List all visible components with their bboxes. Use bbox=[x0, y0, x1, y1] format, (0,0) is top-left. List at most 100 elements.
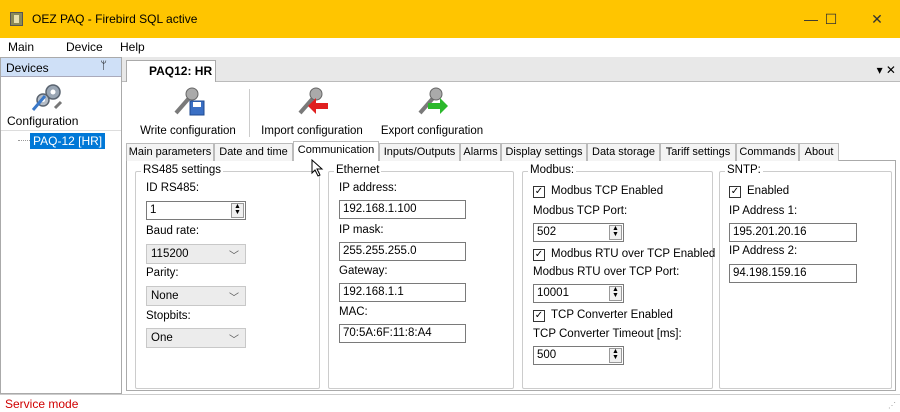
tab-inputs-outputs[interactable]: Inputs/Outputs bbox=[379, 143, 460, 161]
write-configuration-label: Write configuration bbox=[140, 125, 236, 137]
export-configuration-label: Export configuration bbox=[380, 125, 484, 137]
export-configuration-button[interactable]: Export configuration bbox=[376, 85, 488, 139]
tcp-converter-timeout-input[interactable]: 500 ▲ ▼ bbox=[533, 346, 624, 365]
id-rs485-spinner[interactable]: ▲ ▼ bbox=[231, 203, 244, 218]
ip-mask-input[interactable]: 255.255.255.0 bbox=[339, 242, 466, 261]
mac-label: MAC: bbox=[339, 306, 368, 318]
ethernet-title: Ethernet bbox=[334, 164, 382, 176]
tab-main-parameters[interactable]: Main parameters bbox=[126, 143, 214, 161]
baud-rate-select[interactable]: 115200 ﹀ bbox=[146, 244, 246, 264]
tcp-converter-timeout-label: TCP Converter Timeout [ms]: bbox=[533, 328, 682, 340]
import-icon bbox=[298, 87, 328, 115]
sntp-enabled-checkbox[interactable]: ✓ bbox=[729, 186, 741, 198]
baud-rate-value: 115200 bbox=[151, 248, 189, 260]
spin-down-icon: ▼ bbox=[612, 231, 619, 238]
document-tab[interactable]: PAQ12: HR bbox=[126, 60, 216, 82]
import-configuration-button[interactable]: Import configuration bbox=[254, 85, 370, 139]
pin-icon[interactable]: ᛘ bbox=[100, 60, 107, 72]
configuration-button[interactable]: Configuration bbox=[1, 79, 121, 131]
mac-value: 70:5A:6F:11:8:A4 bbox=[339, 324, 466, 343]
chevron-down-icon: ﹀ bbox=[229, 293, 239, 304]
communication-panel: RS485 settings ID RS485: 1 ▲ ▼ Baud rate:… bbox=[126, 161, 896, 391]
rs485-group: RS485 settings ID RS485: 1 ▲ ▼ Baud rate:… bbox=[135, 164, 320, 389]
parity-label: Parity: bbox=[146, 267, 179, 279]
id-rs485-label: ID RS485: bbox=[146, 182, 200, 194]
sntp-ip1-input[interactable]: 195.201.20.16 bbox=[729, 223, 857, 242]
menu-main[interactable]: Main bbox=[8, 40, 34, 54]
modbus-tcp-enabled-checkbox[interactable]: ✓ bbox=[533, 186, 545, 198]
stopbits-select[interactable]: One ﹀ bbox=[146, 328, 246, 348]
title-bar: OEZ PAQ - Firebird SQL active — ☐ ✕ bbox=[0, 0, 900, 38]
mouse-cursor-icon bbox=[311, 159, 324, 177]
sntp-ip1-label: IP Address 1: bbox=[729, 205, 798, 217]
rs485-title: RS485 settings bbox=[141, 164, 223, 176]
spin-down-icon: ▼ bbox=[234, 209, 241, 216]
tab-alarms[interactable]: Alarms bbox=[460, 143, 501, 161]
configuration-label: Configuration bbox=[7, 114, 79, 128]
configuration-icon bbox=[31, 84, 63, 111]
sntp-title: SNTP: bbox=[725, 164, 763, 176]
ip-address-input[interactable]: 192.168.1.100 bbox=[339, 200, 466, 219]
tab-data-storage[interactable]: Data storage bbox=[587, 143, 660, 161]
window-title: OEZ PAQ - Firebird SQL active bbox=[32, 12, 198, 26]
spin-down-icon: ▼ bbox=[612, 292, 619, 299]
devices-panel-title: Devices bbox=[6, 61, 49, 75]
modbus-group: Modbus: ✓ Modbus TCP Enabled Modbus TCP … bbox=[522, 164, 716, 389]
tab-date-and-time[interactable]: Date and time bbox=[214, 143, 293, 161]
document-controls[interactable]: ▾ ✕ bbox=[877, 63, 896, 77]
modbus-tcp-port-input[interactable]: 502 ▲ ▼ bbox=[533, 223, 624, 242]
modbus-rtu-enabled-checkbox[interactable]: ✓ bbox=[533, 249, 545, 261]
document-tab-strip: PAQ12: HR ▾ ✕ bbox=[122, 57, 900, 82]
devices-panel: Devices ᛘ Configuration PAQ-12 [HR] bbox=[0, 57, 122, 394]
id-rs485-input[interactable]: 1 ▲ ▼ bbox=[146, 201, 246, 220]
devices-panel-header: Devices ᛘ bbox=[1, 58, 121, 77]
tcp-converter-enabled-checkbox[interactable]: ✓ bbox=[533, 310, 545, 322]
spin-down-icon: ▼ bbox=[612, 354, 619, 361]
menu-bar: Main Device Help bbox=[0, 38, 900, 57]
export-icon bbox=[418, 87, 448, 115]
maximize-button[interactable]: ☐ bbox=[808, 0, 854, 38]
app-icon bbox=[10, 12, 23, 26]
toolbar-separator bbox=[249, 89, 250, 137]
close-button[interactable]: ✕ bbox=[854, 0, 900, 38]
sntp-ip2-input[interactable]: 94.198.159.16 bbox=[729, 264, 857, 283]
tab-about[interactable]: About bbox=[799, 143, 839, 161]
stopbits-label: Stopbits: bbox=[146, 310, 191, 322]
ip-address-label: IP address: bbox=[339, 182, 397, 194]
tree-item-device[interactable]: PAQ-12 [HR] bbox=[30, 133, 106, 149]
modbus-rtu-port-label: Modbus RTU over TCP Port: bbox=[533, 266, 680, 278]
ethernet-group: Ethernet IP address: 192.168.1.100 IP ma… bbox=[328, 164, 514, 389]
write-icon bbox=[174, 87, 205, 116]
settings-tabs: Main parameters Date and time Communicat… bbox=[126, 141, 896, 162]
tab-commands[interactable]: Commands bbox=[736, 143, 799, 161]
tree-line bbox=[18, 140, 30, 141]
sntp-enabled-label: Enabled bbox=[747, 185, 790, 197]
tab-tariff-settings[interactable]: Tariff settings bbox=[660, 143, 736, 161]
gateway-input[interactable]: 192.168.1.1 bbox=[339, 283, 466, 302]
modbus-rtu-port-input[interactable]: 10001 ▲ ▼ bbox=[533, 284, 624, 303]
toolbar: Write configuration Import configuration… bbox=[126, 85, 896, 140]
tab-communication[interactable]: Communication bbox=[293, 141, 379, 162]
menu-help[interactable]: Help bbox=[120, 40, 145, 54]
menu-device[interactable]: Device bbox=[66, 40, 103, 54]
tcp-converter-timeout-spinner[interactable]: ▲ ▼ bbox=[609, 348, 622, 363]
status-text: Service mode bbox=[5, 397, 79, 411]
parity-select[interactable]: None ﹀ bbox=[146, 286, 246, 306]
ip-mask-label: IP mask: bbox=[339, 224, 384, 236]
modbus-tcp-enabled-label: Modbus TCP Enabled bbox=[551, 185, 664, 197]
chevron-down-icon: ﹀ bbox=[229, 251, 239, 262]
tcp-converter-timeout-value: 500 bbox=[537, 349, 557, 361]
modbus-tcp-port-label: Modbus TCP Port: bbox=[533, 205, 628, 217]
document-area: PAQ12: HR ▾ ✕ Write configuration Import… bbox=[122, 57, 900, 394]
resize-grip-icon[interactable]: ⋰ bbox=[888, 401, 896, 410]
modbus-rtu-port-spinner[interactable]: ▲ ▼ bbox=[609, 286, 622, 301]
tab-display-settings[interactable]: Display settings bbox=[501, 143, 587, 161]
stopbits-value: One bbox=[151, 332, 173, 344]
chevron-down-icon: ﹀ bbox=[229, 335, 239, 346]
modbus-tcp-port-spinner[interactable]: ▲ ▼ bbox=[609, 225, 622, 240]
import-configuration-label: Import configuration bbox=[261, 125, 363, 137]
modbus-rtu-enabled-label: Modbus RTU over TCP Enabled bbox=[551, 248, 716, 260]
baud-rate-label: Baud rate: bbox=[146, 225, 200, 237]
write-configuration-button[interactable]: Write configuration bbox=[134, 85, 242, 139]
modbus-tcp-port-value: 502 bbox=[537, 226, 557, 238]
